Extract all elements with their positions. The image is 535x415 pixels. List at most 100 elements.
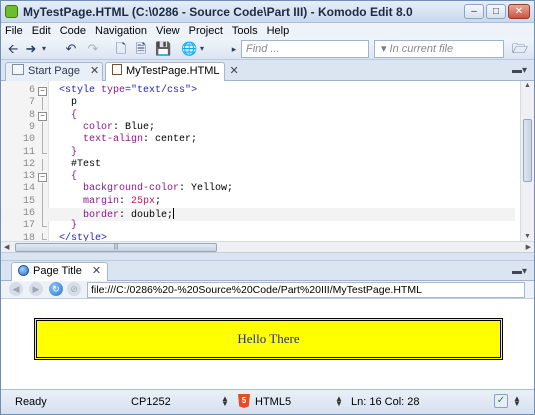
vertical-scrollbar[interactable]: ▲ ▼	[520, 81, 534, 241]
browser-preview-globe-icon[interactable]: 🌐	[181, 41, 197, 57]
fold-toggle-icon[interactable]: −	[38, 173, 47, 183]
forward-arrow-icon[interactable]: ➜	[23, 41, 39, 57]
line-number: 14	[22, 183, 35, 195]
scroll-left-arrow-icon[interactable]: ◀	[4, 243, 9, 251]
html-file-icon	[112, 64, 122, 75]
code-text: margin: 25px;	[83, 195, 162, 207]
save-icon[interactable]: 💾	[155, 41, 171, 57]
find-input[interactable]: Find ...	[241, 40, 369, 58]
scroll-right-arrow-icon[interactable]: ▶	[526, 243, 531, 251]
line-number: 15	[22, 195, 35, 207]
line-number: 18	[22, 232, 35, 241]
line-number: 10	[22, 134, 35, 146]
menu-view[interactable]: View	[156, 25, 180, 37]
code-line[interactable]: 14 background-color: Yellow;	[1, 183, 515, 196]
scroll-up-arrow-icon[interactable]: ▲	[524, 82, 531, 89]
pane-menu-icon[interactable]: ▬▾	[512, 65, 527, 76]
browser-forward-icon[interactable]: ▶	[29, 282, 43, 296]
code-line[interactable]: 10 text-align: center;	[1, 134, 515, 147]
komodo-window: MyTestPage.HTML (C:\0286 - Source Code\P…	[0, 0, 535, 415]
open-file-icon[interactable]: 🗎	[133, 41, 149, 57]
close-preview-tab-icon[interactable]: ✕	[92, 265, 101, 277]
code-text: background-color: Yellow;	[83, 183, 234, 195]
komodo-app-icon	[5, 5, 18, 18]
fold-toggle-icon[interactable]: −	[38, 87, 47, 96]
html5-icon: 5	[238, 394, 250, 408]
window-title: MyTestPage.HTML (C:\0286 - Source Code\P…	[23, 5, 413, 19]
close-window-button[interactable]: ✕	[508, 4, 530, 19]
code-text: </style>	[59, 232, 108, 241]
browser-nav-bar: ◀ ▶ ↻ ⊘ file:///C:/0286%20-%20Source%20C…	[1, 281, 534, 299]
code-line[interactable]: 9 color: Blue;	[1, 121, 515, 135]
code-line[interactable]: 12 #Test	[1, 158, 515, 172]
line-number: 16	[22, 208, 35, 219]
language-spin-icon[interactable]: ▲ ▼	[335, 395, 343, 408]
open-folder-icon[interactable]: 🗁	[511, 41, 529, 57]
code-line[interactable]: 8− {	[1, 110, 515, 123]
hello-paragraph: Hello There	[237, 331, 300, 346]
close-tab-icon[interactable]: ✕	[90, 65, 99, 77]
back-arrow-icon[interactable]: 🡨	[5, 41, 21, 57]
test-div-box: Hello There	[34, 318, 503, 360]
menu-file[interactable]: File	[5, 25, 23, 37]
fold-end-marker	[42, 220, 47, 228]
fold-guide	[42, 97, 43, 110]
code-line[interactable]: 17}	[1, 220, 515, 233]
scroll-down-arrow-icon[interactable]: ▼	[524, 233, 531, 240]
encoding-selector[interactable]: CP1252	[131, 396, 171, 408]
code-text: }	[71, 220, 78, 232]
forward-history-dropdown-icon[interactable]: ▾	[39, 41, 49, 57]
code-line[interactable]: 15 margin: 25px;	[1, 195, 515, 209]
fold-toggle-icon[interactable]: −	[38, 111, 47, 121]
code-line[interactable]: 6− <style type="text/css">	[1, 85, 515, 98]
browser-refresh-icon[interactable]: ↻	[49, 282, 63, 296]
menu-edit[interactable]: Edit	[32, 25, 51, 37]
code-line[interactable]: 18 </style>	[1, 232, 515, 241]
syntax-check-icon[interactable]: ✓	[494, 394, 508, 408]
tab-mytestpage-html[interactable]: MyTestPage.HTML ✕	[105, 62, 239, 82]
cursor-position: Ln: 16 Col: 28	[351, 396, 420, 408]
menu-code[interactable]: Code	[60, 25, 86, 37]
horizontal-scrollbar[interactable]: ◀ ||| ▶	[1, 241, 534, 253]
close-tab-icon[interactable]: ✕	[230, 65, 239, 77]
code-text: {	[71, 109, 78, 121]
fold-end-marker	[42, 232, 47, 240]
tab-start-page[interactable]: Start Page ✕	[5, 62, 103, 81]
new-file-icon[interactable]: 🗋	[113, 41, 129, 57]
browser-stop-icon[interactable]: ⊘	[67, 282, 81, 296]
pane-splitter[interactable]	[1, 253, 534, 261]
find-scope-label: In current file	[389, 43, 454, 55]
code-line[interactable]: 13− {	[1, 171, 515, 184]
undo-icon[interactable]: ↶	[63, 41, 79, 57]
fold-guide	[42, 208, 43, 221]
redo-icon[interactable]: ↷	[85, 41, 101, 57]
code-line[interactable]: 11}	[1, 146, 515, 160]
preview-pane-menu-icon[interactable]: ▬▾	[512, 266, 527, 277]
vertical-scroll-thumb[interactable]	[523, 119, 532, 182]
line-number: 11	[22, 146, 35, 158]
syntax-spin-icon[interactable]: ▲ ▼	[513, 395, 521, 408]
preview-dropdown-icon[interactable]: ▾	[197, 41, 207, 57]
code-text: #Test	[71, 158, 102, 170]
language-selector[interactable]: HTML5	[255, 396, 291, 408]
maximize-button[interactable]: □	[486, 4, 506, 19]
browser-back-icon[interactable]: ◀	[9, 282, 23, 296]
fold-end-marker	[42, 146, 47, 154]
menu-project[interactable]: Project	[189, 25, 223, 37]
encoding-spin-icon[interactable]: ▲ ▼	[221, 395, 229, 408]
tab-page-title[interactable]: Page Title ✕	[11, 262, 109, 281]
menu-tools[interactable]: Tools	[232, 25, 258, 37]
code-line[interactable]: 7p	[1, 97, 515, 110]
minimize-button[interactable]: –	[464, 4, 484, 19]
url-field[interactable]: file:///C:/0286%20-%20Source%20Code/Part…	[87, 282, 525, 298]
status-ready-text: Ready	[15, 396, 47, 408]
fold-guide	[42, 121, 43, 135]
horizontal-scroll-thumb[interactable]: |||	[15, 243, 217, 252]
code-editor[interactable]: ▲ ▼ 6− <style type="text/css"> 7 p 8−{9 color…	[1, 81, 534, 241]
line-number: 6	[28, 85, 35, 96]
find-scope-select[interactable]: ▾ In current file	[374, 40, 504, 58]
code-line[interactable]: 16 border: double;	[1, 208, 515, 221]
menu-help[interactable]: Help	[267, 25, 290, 37]
find-options-arrow-icon[interactable]: ▸	[229, 41, 239, 57]
menu-navigation[interactable]: Navigation	[95, 25, 147, 37]
